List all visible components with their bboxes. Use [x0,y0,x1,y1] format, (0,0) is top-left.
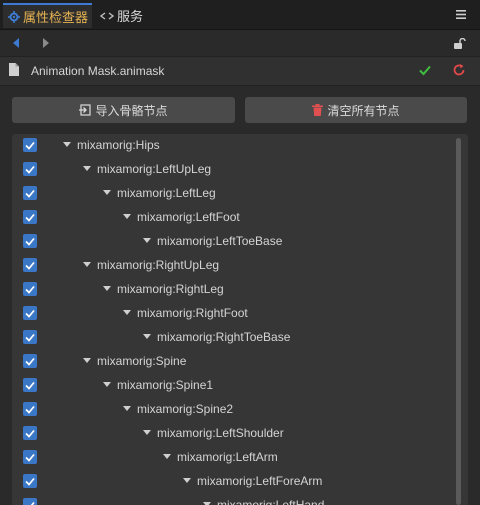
node-label: mixamorig:RightLeg [117,282,224,296]
navigation-bar [0,30,480,56]
node-checkbox[interactable] [23,306,37,320]
tree-row[interactable]: mixamorig:LeftLeg [12,182,452,206]
node-label: mixamorig:LeftToeBase [157,234,283,248]
node-checkbox[interactable] [23,354,37,368]
bone-tree: mixamorig:Hips mixamorig:LeftUpLeg mixamor… [12,134,468,505]
back-arrow-icon[interactable] [8,35,24,51]
tab-inspector[interactable]: 属性检查器 [3,3,92,28]
expand-caret-icon[interactable] [183,478,191,483]
node-checkbox[interactable] [23,138,37,152]
tree-row[interactable]: mixamorig:LeftUpLeg [12,158,452,182]
node-checkbox[interactable] [23,162,37,176]
node-checkbox[interactable] [23,426,37,440]
node-checkbox[interactable] [23,498,37,505]
node-label: mixamorig:LeftForeArm [197,474,323,488]
expand-caret-icon[interactable] [103,382,111,387]
tree-row[interactable]: mixamorig:Spine1 [12,374,452,398]
tree-row[interactable]: mixamorig:RightFoot [12,302,452,326]
expand-caret-icon[interactable] [123,310,131,315]
gear-icon [8,10,20,23]
forward-arrow-icon[interactable] [38,35,54,51]
node-label: mixamorig:LeftLeg [117,186,216,200]
expand-caret-icon[interactable] [123,406,131,411]
file-icon [9,63,19,79]
expand-caret-icon[interactable] [83,262,91,267]
expand-caret-icon[interactable] [83,166,91,171]
clear-all-nodes-label: 清空所有节点 [327,103,400,118]
node-label: mixamorig:LeftShoulder [157,426,284,440]
tree-row[interactable]: mixamorig:RightLeg [12,278,452,302]
import-bone-nodes-label: 导入骨骼节点 [95,103,168,118]
tree-row[interactable]: mixamorig:Hips [12,134,452,158]
node-checkbox[interactable] [23,186,37,200]
tree-row[interactable]: mixamorig:LeftToeBase [12,230,452,254]
unlock-icon[interactable] [452,35,468,51]
tab-inspector-label: 属性检查器 [23,10,89,25]
expand-caret-icon[interactable] [63,142,71,147]
node-label: mixamorig:LeftFoot [137,210,240,224]
expand-caret-icon[interactable] [143,334,151,339]
node-checkbox[interactable] [23,474,37,488]
expand-caret-icon[interactable] [103,286,111,291]
revert-icon[interactable] [452,63,466,80]
expand-caret-icon[interactable] [123,214,131,219]
panel-tab-bar: 属性检查器 服务 [0,0,480,30]
node-checkbox[interactable] [23,402,37,416]
node-label: mixamorig:LeftArm [177,450,278,464]
menu-icon[interactable] [452,5,470,23]
clear-all-nodes-button[interactable]: 清空所有节点 [245,97,467,123]
node-checkbox[interactable] [23,330,37,344]
tree-row[interactable]: mixamorig:LeftForeArm [12,470,452,494]
node-label: mixamorig:LeftHand [217,498,325,505]
tab-services[interactable]: 服务 [96,3,146,28]
expand-caret-icon[interactable] [143,238,151,243]
tab-services-label: 服务 [117,9,144,24]
link-icon [100,11,114,21]
node-label: mixamorig:Spine2 [137,402,234,416]
node-label: mixamorig:RightFoot [137,306,248,320]
trash-icon [312,104,324,116]
tree-row[interactable]: mixamorig:Spine [12,350,452,374]
node-checkbox[interactable] [23,234,37,248]
node-label: mixamorig:Spine [97,354,187,368]
node-label: mixamorig:Hips [77,138,160,152]
expand-caret-icon[interactable] [83,358,91,363]
asset-header: Animation Mask.animask [0,56,480,86]
expand-caret-icon[interactable] [103,190,111,195]
node-checkbox[interactable] [23,258,37,272]
node-label: mixamorig:Spine1 [117,378,214,392]
tree-row[interactable]: mixamorig:RightUpLeg [12,254,452,278]
tree-row[interactable]: mixamorig:LeftShoulder [12,422,452,446]
node-label: mixamorig:RightUpLeg [97,258,220,272]
asset-name: Animation Mask.animask [31,64,165,78]
node-checkbox[interactable] [23,210,37,224]
apply-check-icon[interactable] [418,63,432,80]
node-checkbox[interactable] [23,378,37,392]
node-label: mixamorig:LeftUpLeg [97,162,212,176]
node-checkbox[interactable] [23,282,37,296]
node-checkbox[interactable] [23,450,37,464]
node-label: mixamorig:RightToeBase [157,330,291,344]
tree-row[interactable]: mixamorig:LeftHand [12,494,452,505]
tree-row[interactable]: mixamorig:LeftArm [12,446,452,470]
tree-row[interactable]: mixamorig:Spine2 [12,398,452,422]
import-icon [79,104,92,116]
tree-row[interactable]: mixamorig:RightToeBase [12,326,452,350]
expand-caret-icon[interactable] [163,454,171,459]
expand-caret-icon[interactable] [143,430,151,435]
tree-row[interactable]: mixamorig:LeftFoot [12,206,452,230]
import-bone-nodes-button[interactable]: 导入骨骼节点 [12,97,235,123]
tree-scrollbar[interactable] [456,138,461,505]
